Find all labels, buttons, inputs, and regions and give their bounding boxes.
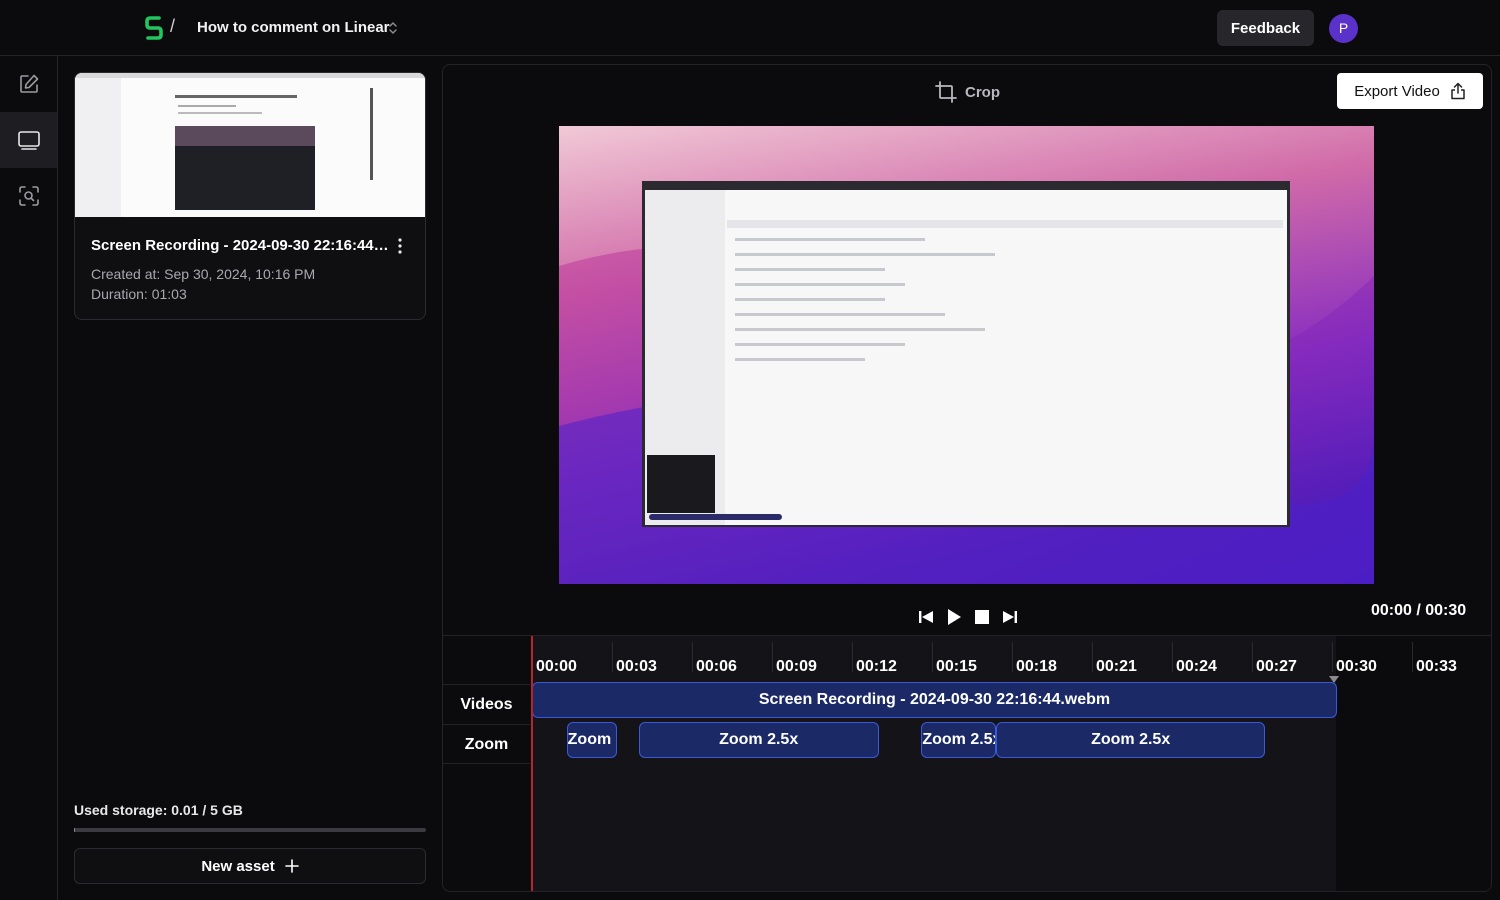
chevron-up-down-icon[interactable] bbox=[386, 20, 400, 36]
skip-back-icon bbox=[919, 611, 933, 623]
ruler-tick-label: 00:24 bbox=[1176, 658, 1217, 675]
ruler-tick bbox=[852, 642, 853, 672]
track-label-videos: Videos bbox=[443, 684, 530, 724]
zoom-clip[interactable]: Zoom 2.5x bbox=[921, 722, 996, 758]
assets-panel: Screen Recording - 2024-09-30 22:16:44.w… bbox=[58, 56, 442, 900]
asset-thumbnail[interactable] bbox=[75, 73, 425, 217]
top-bar: / How to comment on Linear Feedback P bbox=[0, 0, 1500, 56]
storage-label: Used storage: 0.01 / 5 GB bbox=[74, 802, 243, 818]
more-vertical-icon[interactable] bbox=[393, 237, 407, 255]
ruler-tick-label: 00:09 bbox=[776, 658, 817, 675]
play-icon bbox=[948, 609, 961, 625]
ruler-tick bbox=[612, 642, 613, 672]
ruler-tick-label: 00:06 bbox=[696, 658, 737, 675]
edit-icon bbox=[19, 74, 38, 93]
export-video-button[interactable]: Export Video bbox=[1337, 73, 1483, 109]
ruler-tick bbox=[1012, 642, 1013, 672]
breadcrumb-separator: / bbox=[170, 16, 176, 36]
asset-duration: Duration: 01:03 bbox=[91, 286, 187, 302]
ruler-tick bbox=[1252, 642, 1253, 672]
skip-forward-icon bbox=[1003, 611, 1017, 623]
ruler-tick-label: 00:15 bbox=[936, 658, 977, 675]
ruler-tick-label: 00:27 bbox=[1256, 658, 1297, 675]
track-labels: Videos Zoom bbox=[443, 684, 530, 764]
new-asset-button[interactable]: New asset bbox=[74, 848, 426, 884]
video-preview[interactable] bbox=[559, 126, 1374, 584]
editor-panel: Crop Export Video 00:00 / 00:30 Videos Z… bbox=[442, 64, 1492, 892]
crop-label: Crop bbox=[965, 83, 1000, 101]
ruler-tick bbox=[1092, 642, 1093, 672]
share-icon bbox=[1451, 82, 1465, 100]
zoom-scan-icon bbox=[18, 186, 39, 206]
video-library-icon bbox=[17, 131, 40, 150]
time-readout: 00:00 / 00:30 bbox=[1371, 602, 1467, 619]
rail-item-edit[interactable] bbox=[0, 56, 57, 112]
asset-created-at: Created at: Sep 30, 2024, 10:16 PM bbox=[91, 266, 316, 282]
crop-button[interactable]: Crop bbox=[935, 79, 1000, 105]
stop-icon bbox=[975, 610, 989, 624]
asset-card[interactable]: Screen Recording - 2024-09-30 22:16:44.w… bbox=[74, 72, 426, 320]
zoom-clip[interactable]: Zoom 2.5x bbox=[638, 722, 879, 758]
export-label: Export Video bbox=[1354, 82, 1440, 100]
side-rail bbox=[0, 56, 58, 900]
ruler-tick-label: 00:30 bbox=[1336, 658, 1377, 675]
track-label-zoom: Zoom bbox=[443, 724, 530, 764]
user-avatar[interactable]: P bbox=[1329, 14, 1358, 43]
skip-forward-button[interactable] bbox=[1001, 607, 1019, 627]
zoom-clip[interactable]: Zoom 2.5x bbox=[566, 722, 618, 758]
crop-icon bbox=[935, 81, 957, 103]
video-clip[interactable]: Screen Recording - 2024-09-30 22:16:44.w… bbox=[532, 682, 1337, 718]
play-button[interactable] bbox=[945, 607, 963, 627]
ruler-tick-label: 00:12 bbox=[856, 658, 897, 675]
storage-progress-bar bbox=[74, 828, 426, 832]
ruler-tick bbox=[1332, 642, 1333, 672]
stop-button[interactable] bbox=[973, 607, 991, 627]
ruler-tick bbox=[1412, 642, 1413, 672]
app-logo-icon[interactable] bbox=[144, 16, 164, 40]
ruler-tick-label: 00:33 bbox=[1416, 658, 1457, 675]
project-title[interactable]: How to comment on Linear bbox=[197, 19, 390, 36]
ruler-tick-label: 00:21 bbox=[1096, 658, 1137, 675]
rail-item-zoom[interactable] bbox=[0, 168, 57, 224]
feedback-button[interactable]: Feedback bbox=[1217, 10, 1314, 46]
storage-progress-fill bbox=[74, 828, 75, 832]
ruler-tick bbox=[692, 642, 693, 672]
ruler-tick-label: 00:00 bbox=[536, 658, 577, 675]
ruler-tick bbox=[772, 642, 773, 672]
new-asset-label: New asset bbox=[201, 857, 275, 875]
ruler-tick bbox=[1172, 642, 1173, 672]
ruler-tick-label: 00:18 bbox=[1016, 658, 1057, 675]
ruler-tick bbox=[932, 642, 933, 672]
skip-back-button[interactable] bbox=[917, 607, 935, 627]
timeline: Videos Zoom 00:00 00:03 00:06 00:09 00:12 00:… bbox=[443, 635, 1491, 891]
timeline-canvas[interactable]: 00:00 00:03 00:06 00:09 00:12 00:15 00:18 00:21… bbox=[531, 636, 1491, 891]
plus-icon bbox=[284, 859, 299, 873]
zoom-clip[interactable]: Zoom 2.5x bbox=[996, 722, 1266, 758]
asset-name[interactable]: Screen Recording - 2024-09-30 22:16:44.w… bbox=[91, 237, 391, 254]
playback-controls bbox=[917, 607, 1019, 627]
ruler-tick-label: 00:03 bbox=[616, 658, 657, 675]
time-ruler[interactable]: 00:00 00:03 00:06 00:09 00:12 00:15 00:18 00:21… bbox=[531, 636, 1491, 680]
playhead[interactable] bbox=[531, 636, 533, 891]
rail-item-assets[interactable] bbox=[0, 112, 57, 168]
